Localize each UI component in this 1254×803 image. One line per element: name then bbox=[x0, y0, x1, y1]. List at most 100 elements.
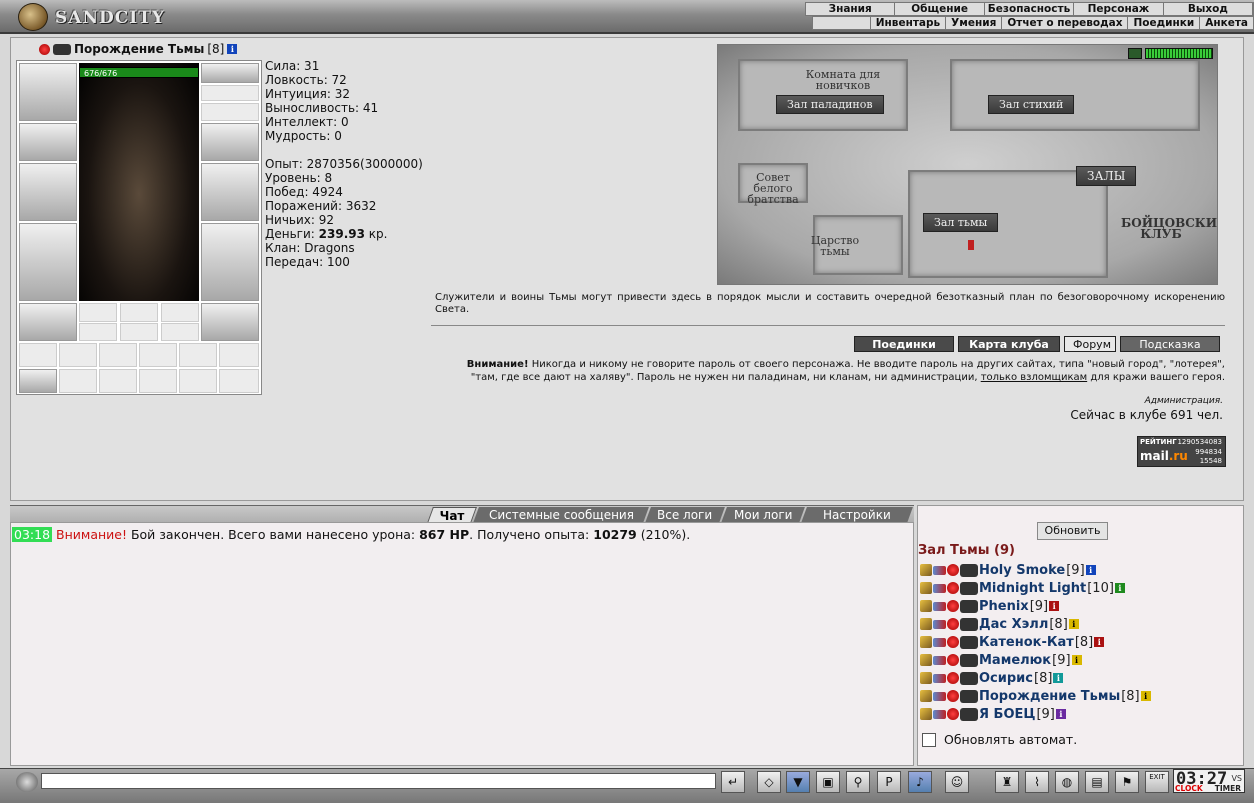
weapon-slot[interactable] bbox=[19, 163, 77, 221]
thieves-link[interactable]: только взломщикам bbox=[981, 372, 1087, 383]
mailru-counter[interactable]: РЕЙТИНГ mail.ru 1290534083 994834 15548 bbox=[1137, 436, 1226, 467]
gloves-slot[interactable] bbox=[201, 123, 259, 161]
scroll-slot[interactable] bbox=[179, 369, 217, 393]
rings-slot[interactable] bbox=[201, 103, 259, 121]
whisper-arrow-icon[interactable] bbox=[933, 565, 946, 575]
offhand-slot[interactable] bbox=[201, 163, 259, 221]
private-icon[interactable] bbox=[920, 618, 932, 630]
club-map-button[interactable]: Карта клуба bbox=[958, 336, 1060, 352]
scroll-slot[interactable] bbox=[99, 343, 137, 367]
armor-slot[interactable] bbox=[19, 223, 77, 301]
player-name[interactable]: Holy Smoke bbox=[979, 563, 1065, 578]
player-name[interactable]: Мамелюк bbox=[979, 653, 1051, 668]
submenu-transfers[interactable]: Отчет о переводах bbox=[1001, 17, 1127, 29]
info-icon[interactable]: i bbox=[227, 44, 238, 54]
player-name[interactable]: Я БОЕЦ bbox=[979, 707, 1035, 722]
info-icon[interactable]: i bbox=[1094, 637, 1105, 647]
walk-icon[interactable]: ⚲ bbox=[846, 771, 870, 793]
rune-slot[interactable] bbox=[120, 303, 158, 322]
scroll-slot[interactable] bbox=[219, 343, 259, 367]
scroll-slot[interactable] bbox=[59, 369, 97, 393]
chat-time[interactable]: 03:18 bbox=[12, 527, 53, 542]
clan-emblem-icon[interactable] bbox=[960, 599, 978, 613]
info-icon[interactable]: i bbox=[1114, 583, 1125, 593]
belt-slot[interactable] bbox=[19, 303, 77, 341]
player-name[interactable]: Phenix bbox=[979, 599, 1029, 614]
tab-all-logs[interactable]: Все логи bbox=[645, 507, 725, 523]
private-icon[interactable] bbox=[920, 672, 932, 684]
whisper-arrow-icon[interactable] bbox=[933, 691, 946, 701]
menu-exit[interactable]: Выход bbox=[1164, 3, 1254, 15]
rune-slot[interactable] bbox=[161, 323, 199, 341]
map-label-darkness[interactable]: Зал тьмы bbox=[923, 213, 999, 232]
submenu-inventory[interactable]: Инвентарь bbox=[869, 17, 945, 29]
camera-icon[interactable]: ▤ bbox=[1085, 771, 1109, 793]
info-icon[interactable]: i bbox=[1140, 691, 1151, 701]
info-icon[interactable]: i bbox=[1068, 619, 1079, 629]
send-icon[interactable]: ↵ bbox=[721, 771, 745, 793]
player-name[interactable]: Осирис bbox=[979, 671, 1033, 686]
tab-settings[interactable]: Настройки bbox=[801, 507, 913, 523]
forum-button[interactable]: Форум bbox=[1064, 336, 1116, 352]
helmet-slot[interactable] bbox=[19, 63, 77, 121]
private-icon[interactable] bbox=[920, 690, 932, 702]
scroll-icon[interactable]: ⌇ bbox=[1025, 771, 1049, 793]
boots-slot[interactable] bbox=[201, 303, 259, 341]
info-icon[interactable]: i bbox=[1055, 709, 1066, 719]
menu-communication[interactable]: Общение bbox=[895, 3, 985, 15]
map-label-kingdom[interactable]: Царство тьмы bbox=[810, 235, 860, 257]
private-icon[interactable] bbox=[920, 636, 932, 648]
rune-slot[interactable] bbox=[161, 303, 199, 322]
sound-icon[interactable]: ♪ bbox=[908, 771, 932, 793]
save-icon[interactable]: ▣ bbox=[816, 771, 840, 793]
tab-system-messages[interactable]: Системные сообщения bbox=[473, 507, 649, 523]
tab-my-logs[interactable]: Мои логи bbox=[721, 507, 805, 523]
tab-chat[interactable]: Чат bbox=[427, 507, 477, 523]
whisper-arrow-icon[interactable] bbox=[933, 709, 946, 719]
clan-emblem-icon[interactable] bbox=[960, 563, 978, 577]
map-label-paladins[interactable]: Зал паладинов bbox=[776, 95, 884, 114]
menu-security[interactable]: Безопасность bbox=[985, 3, 1075, 15]
smiley-icon[interactable]: ☺ bbox=[945, 771, 969, 793]
bracers-slot[interactable] bbox=[19, 123, 77, 161]
flag-icon[interactable]: ⚑ bbox=[1115, 771, 1139, 793]
rune-slot[interactable] bbox=[79, 323, 117, 341]
clan-emblem-icon[interactable] bbox=[960, 653, 978, 667]
whisper-arrow-icon[interactable] bbox=[933, 619, 946, 629]
filter-icon[interactable]: ▼ bbox=[786, 771, 810, 793]
private-icon[interactable] bbox=[920, 600, 932, 612]
player-name[interactable]: Катенок-Кат bbox=[979, 635, 1074, 650]
player-name[interactable]: Порождение Тьмы bbox=[979, 689, 1120, 704]
chat-input[interactable] bbox=[41, 773, 716, 789]
scroll-slot[interactable] bbox=[19, 343, 57, 367]
menu-character[interactable]: Персонаж bbox=[1074, 3, 1164, 15]
scroll-slot[interactable] bbox=[179, 343, 217, 367]
player-name[interactable]: Дас Хэлл bbox=[979, 617, 1048, 632]
refresh-button[interactable]: Обновить bbox=[1037, 522, 1108, 540]
fights-button[interactable]: Поединки bbox=[854, 336, 954, 352]
whisper-arrow-icon[interactable] bbox=[933, 673, 946, 683]
submenu-fights[interactable]: Поединки bbox=[1127, 17, 1199, 29]
private-icon[interactable] bbox=[920, 564, 932, 576]
clan-emblem-icon[interactable] bbox=[960, 617, 978, 631]
clear-icon[interactable]: ◇ bbox=[757, 771, 781, 793]
amulet-slot[interactable] bbox=[201, 85, 259, 101]
rune-slot[interactable] bbox=[79, 303, 117, 322]
scroll-slot[interactable] bbox=[139, 343, 177, 367]
clan-emblem-icon[interactable] bbox=[960, 581, 978, 595]
exit-icon[interactable]: EXIT bbox=[1145, 771, 1169, 793]
private-icon[interactable] bbox=[920, 654, 932, 666]
whisper-arrow-icon[interactable] bbox=[933, 601, 946, 611]
legs-slot[interactable] bbox=[201, 223, 259, 301]
whisper-arrow-icon[interactable] bbox=[933, 655, 946, 665]
private-icon[interactable] bbox=[920, 582, 932, 594]
info-icon[interactable]: i bbox=[1071, 655, 1082, 665]
info-icon[interactable]: i bbox=[1085, 565, 1096, 575]
whisper-arrow-icon[interactable] bbox=[933, 637, 946, 647]
clan-emblem-icon[interactable] bbox=[960, 689, 978, 703]
info-icon[interactable]: i bbox=[1053, 673, 1064, 683]
clan-emblem-icon[interactable] bbox=[960, 635, 978, 649]
translit-icon[interactable]: P bbox=[877, 771, 901, 793]
helm-icon[interactable]: ◍ bbox=[1055, 771, 1079, 793]
rune-slot[interactable] bbox=[120, 323, 158, 341]
